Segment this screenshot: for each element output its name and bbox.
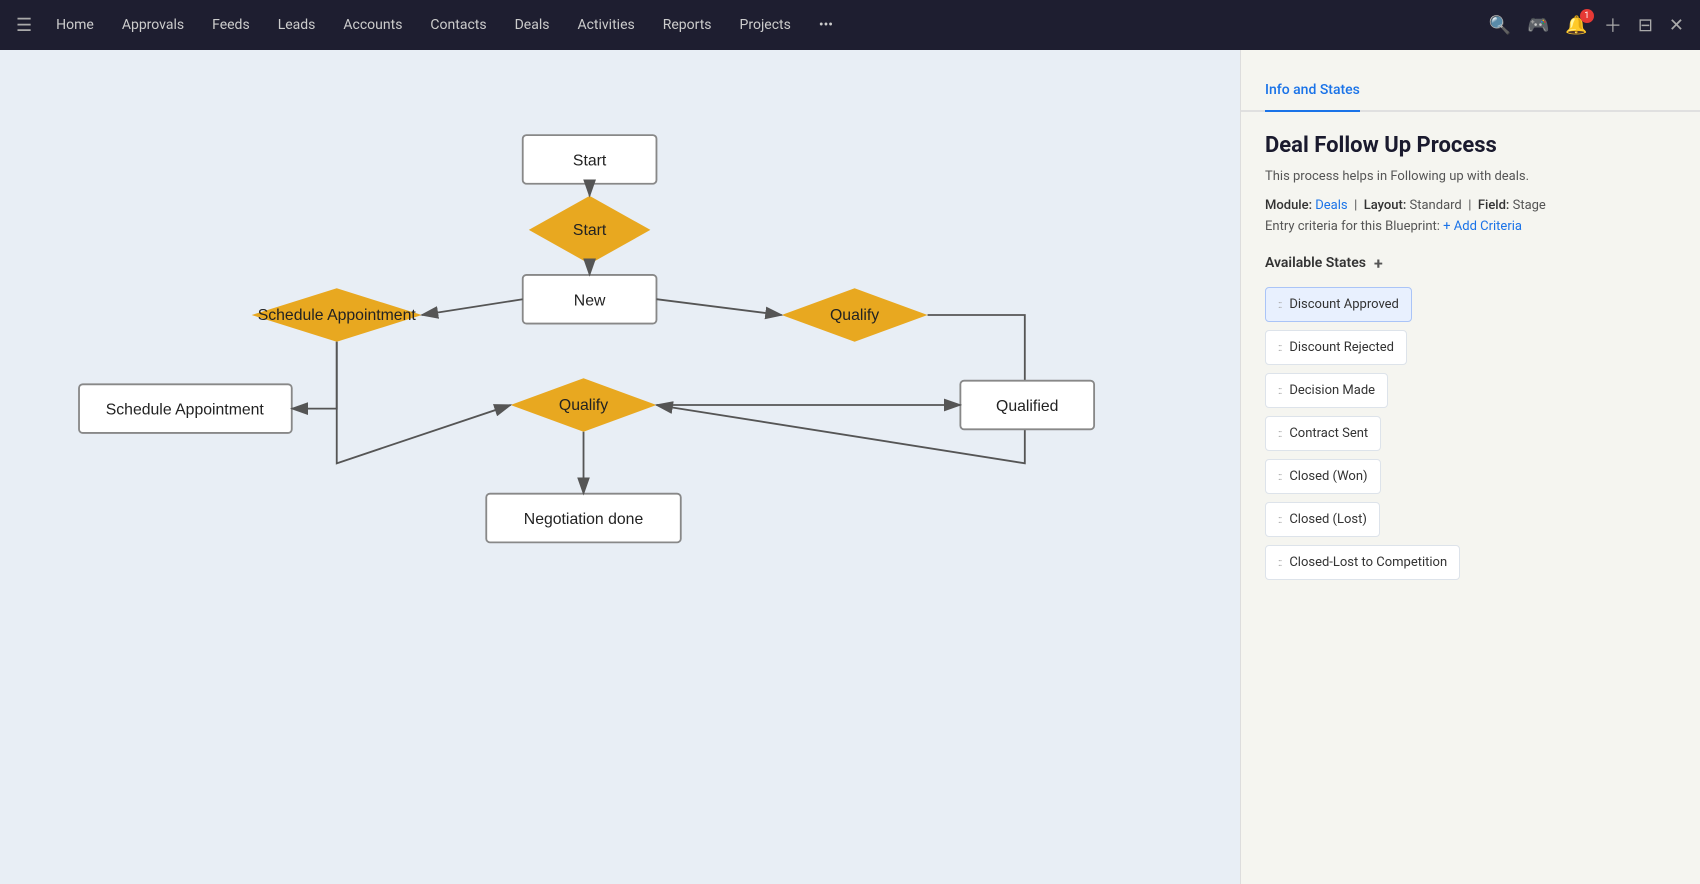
layout-label: Layout: — [1364, 198, 1407, 213]
drag-icon: :: — [1278, 556, 1281, 569]
nav-more[interactable]: ••• — [807, 11, 845, 39]
nav-icons: 🔍 🎮 🔔 1 ＋ ⊟ ✕ — [1489, 12, 1684, 38]
field-label: Field: — [1478, 198, 1510, 213]
svg-text:Schedule Appointment: Schedule Appointment — [258, 307, 417, 324]
entry-criteria: Entry criteria for this Blueprint: + Add… — [1265, 219, 1676, 234]
state-label: Contract Sent — [1289, 426, 1368, 441]
nav-feeds[interactable]: Feeds — [200, 11, 262, 39]
notifications-icon[interactable]: 🔔 1 — [1565, 15, 1587, 36]
drag-icon: :: — [1278, 341, 1281, 354]
nav-approvals[interactable]: Approvals — [110, 11, 196, 39]
panel-tabs: Info and States — [1265, 70, 1676, 110]
layout-value: Standard — [1410, 198, 1462, 213]
tab-info-states[interactable]: Info and States — [1265, 70, 1360, 112]
canvas-area[interactable]: Start Start New Schedule Appointment Qua… — [0, 50, 1240, 884]
drag-icon: :: — [1278, 470, 1281, 483]
state-item-discount-approved[interactable]: ::Discount Approved — [1265, 287, 1412, 322]
panel-header: Info and States — [1241, 50, 1700, 112]
svg-text:Qualified: Qualified — [996, 398, 1058, 415]
nav-projects[interactable]: Projects — [728, 11, 803, 39]
entry-criteria-label: Entry criteria for this Blueprint: — [1265, 219, 1440, 234]
close-icon[interactable]: ✕ — [1669, 15, 1684, 36]
nav-leads[interactable]: Leads — [266, 11, 328, 39]
svg-text:New: New — [574, 292, 606, 309]
nav-contacts[interactable]: Contacts — [418, 11, 498, 39]
svg-text:Qualify: Qualify — [559, 397, 608, 414]
layout-icon[interactable]: ⊟ — [1638, 15, 1653, 36]
main-layout: Start Start New Schedule Appointment Qua… — [0, 50, 1700, 884]
panel-body: Deal Follow Up Process This process help… — [1241, 112, 1700, 600]
nav-home[interactable]: Home — [44, 11, 106, 39]
state-item-decision-made[interactable]: ::Decision Made — [1265, 373, 1388, 408]
state-item-closed-lost[interactable]: ::Closed (Lost) — [1265, 502, 1380, 537]
top-navigation: ☰ Home Approvals Feeds Leads Accounts Co… — [0, 0, 1700, 50]
svg-text:Schedule Appointment: Schedule Appointment — [106, 402, 265, 419]
state-item-discount-rejected[interactable]: ::Discount Rejected — [1265, 330, 1407, 365]
state-item-closed-won[interactable]: ::Closed (Won) — [1265, 459, 1381, 494]
gamepad-icon[interactable]: 🎮 — [1527, 15, 1549, 36]
flow-diagram: Start Start New Schedule Appointment Qua… — [0, 50, 1240, 884]
state-item-closed-lost-competition[interactable]: ::Closed-Lost to Competition — [1265, 545, 1460, 580]
available-states-title: Available States — [1265, 255, 1366, 271]
module-link[interactable]: Deals — [1315, 198, 1347, 213]
process-module: Module: Deals | Layout: Standard | Field… — [1265, 198, 1676, 213]
notification-badge: 1 — [1580, 9, 1594, 23]
state-label: Decision Made — [1289, 383, 1375, 398]
state-item-contract-sent[interactable]: ::Contract Sent — [1265, 416, 1381, 451]
process-description: This process helps in Following up with … — [1265, 169, 1676, 184]
add-state-button[interactable]: + — [1374, 254, 1383, 273]
svg-text:Start: Start — [573, 222, 607, 239]
search-icon[interactable]: 🔍 — [1489, 15, 1511, 36]
add-icon[interactable]: ＋ — [1604, 12, 1622, 38]
state-label: Closed (Lost) — [1289, 512, 1367, 527]
state-label: Closed (Won) — [1289, 469, 1367, 484]
nav-accounts[interactable]: Accounts — [331, 11, 414, 39]
drag-icon: :: — [1278, 298, 1281, 311]
svg-text:Qualify: Qualify — [830, 307, 879, 324]
add-criteria-link[interactable]: + Add Criteria — [1443, 219, 1522, 234]
field-value: Stage — [1513, 198, 1546, 213]
state-label: Discount Approved — [1289, 297, 1399, 312]
states-list: ::Discount Approved::Discount Rejected::… — [1265, 287, 1676, 580]
state-label: Closed-Lost to Competition — [1289, 555, 1447, 570]
svg-text:Start: Start — [573, 152, 607, 169]
process-title: Deal Follow Up Process — [1265, 132, 1676, 161]
state-label: Discount Rejected — [1289, 340, 1394, 355]
available-states-header: Available States + — [1265, 254, 1676, 273]
drag-icon: :: — [1278, 427, 1281, 440]
nav-activities[interactable]: Activities — [565, 11, 646, 39]
module-label: Module: — [1265, 198, 1312, 213]
drag-icon: :: — [1278, 384, 1281, 397]
nav-deals[interactable]: Deals — [503, 11, 562, 39]
nav-reports[interactable]: Reports — [651, 11, 724, 39]
right-panel: Info and States Deal Follow Up Process T… — [1240, 50, 1700, 884]
drag-icon: :: — [1278, 513, 1281, 526]
svg-text:Negotiation done: Negotiation done — [524, 511, 644, 528]
menu-icon[interactable]: ☰ — [16, 15, 32, 36]
